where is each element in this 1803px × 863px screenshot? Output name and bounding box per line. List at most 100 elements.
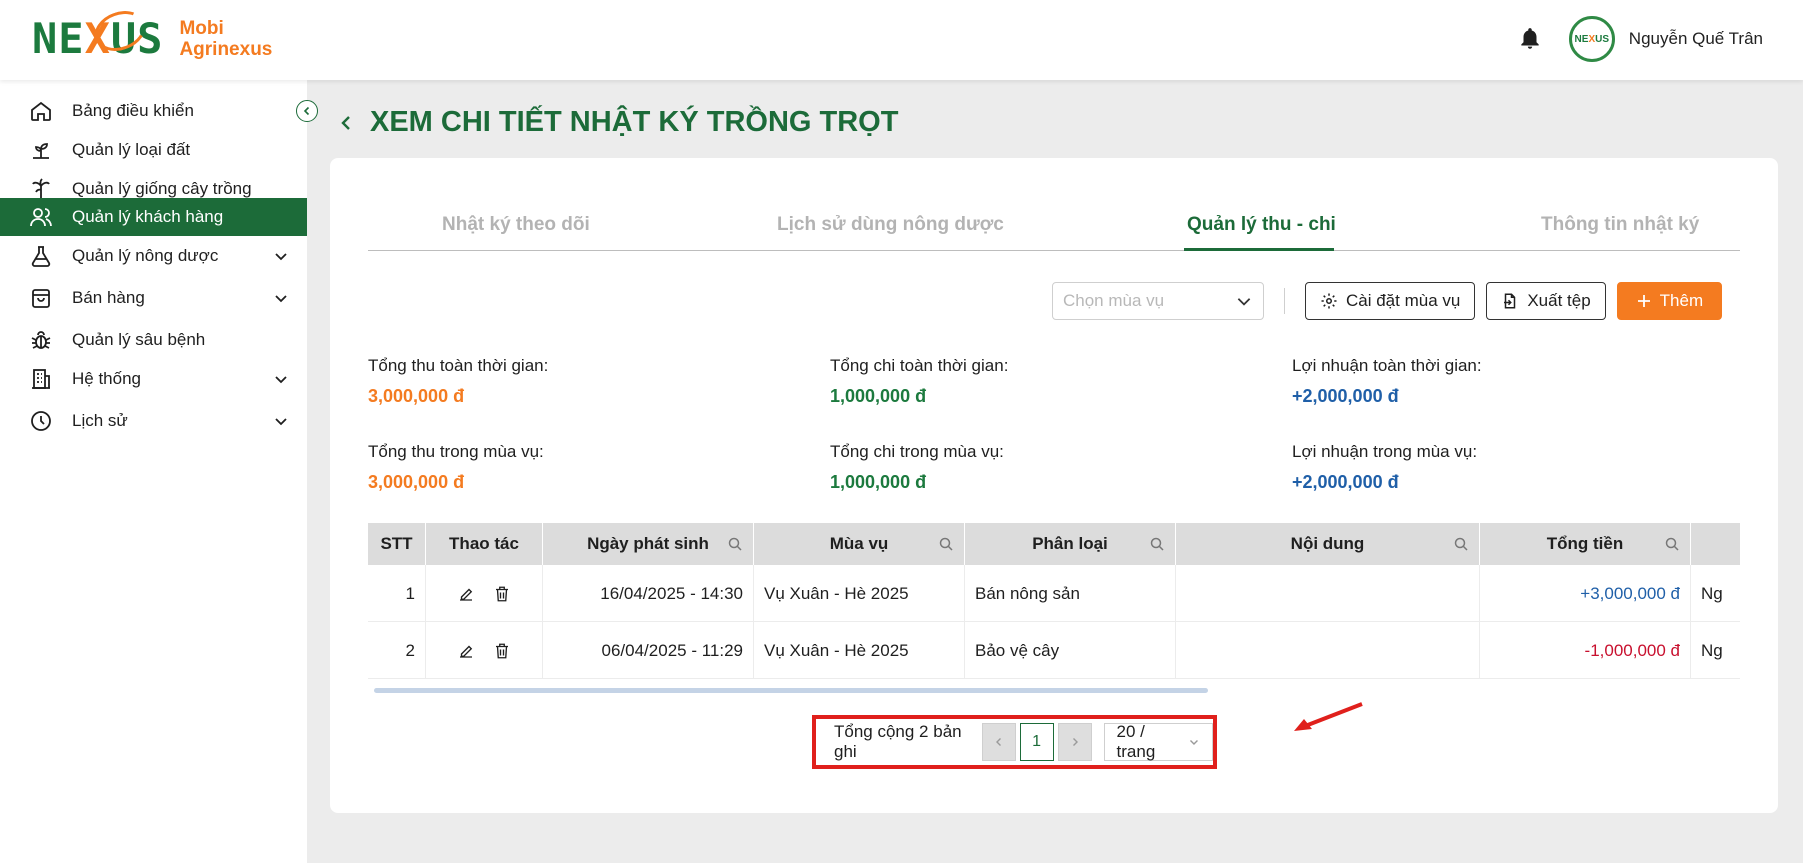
- horizontal-scrollbar[interactable]: [374, 688, 1208, 693]
- search-icon[interactable]: [1149, 536, 1165, 552]
- cell-amount: +3,000,000 đ: [1480, 565, 1691, 622]
- search-icon[interactable]: [1664, 536, 1680, 552]
- sidebar-item-customers[interactable]: Quản lý khách hàng: [0, 198, 307, 236]
- cell-actions: [426, 622, 543, 679]
- transactions-table: STT Thao tác Ngày phát sinh Mùa vụ Phân …: [368, 523, 1740, 698]
- toolbar-divider: [1284, 288, 1285, 314]
- sidebar-collapse-button[interactable]: [296, 100, 318, 122]
- users-icon: [28, 204, 54, 230]
- sidebar-item-label: Bảng điều khiển: [72, 101, 194, 120]
- season-select[interactable]: Chọn mùa vụ: [1052, 282, 1264, 320]
- column-header-content[interactable]: Nội dung: [1176, 523, 1480, 565]
- chevron-down-icon: [275, 418, 287, 426]
- chevron-right-icon: [1072, 738, 1078, 746]
- column-header-label: Nội dung: [1290, 534, 1365, 553]
- chevron-down-icon: [275, 376, 287, 384]
- add-button[interactable]: Thêm: [1616, 282, 1723, 320]
- export-file-button[interactable]: Xuất tệp: [1486, 282, 1606, 320]
- chevron-down-icon: [275, 253, 287, 261]
- logo-text: Mobi Agrinexus: [179, 17, 273, 60]
- next-page-button[interactable]: [1057, 723, 1092, 761]
- season-settings-button[interactable]: Cài đặt mùa vụ: [1305, 282, 1476, 320]
- tab-pesticide-history[interactable]: Lịch sử dùng nông dược: [777, 214, 1004, 236]
- flask-icon: [28, 243, 54, 269]
- sidebar-item-pesticides[interactable]: Quản lý nông dược: [0, 237, 307, 275]
- table-row: 1 16/04/2025 - 14:30 Vụ Xuân - Hè 2025 B…: [368, 565, 1740, 622]
- chevron-down-icon: [1190, 740, 1199, 745]
- cell-amount: -1,000,000 đ: [1480, 622, 1691, 679]
- sidebar-item-label: Lịch sử: [72, 411, 128, 430]
- column-header-label: Phân loại: [1032, 534, 1108, 553]
- stat-label: Lợi nhuận toàn thời gian:: [1292, 356, 1482, 375]
- app-logo[interactable]: NEXUS Mobi Agrinexus: [32, 4, 273, 63]
- sidebar-item-label: Quản lý khách hàng: [72, 207, 224, 226]
- table-row: 2 06/04/2025 - 11:29 Vụ Xuân - Hè 2025 B…: [368, 622, 1740, 679]
- page-size-select[interactable]: 20 / trang: [1103, 722, 1214, 761]
- stat-total-expense-all: Tổng chi toàn thời gian: 1,000,000 đ: [830, 356, 1008, 407]
- bug-icon: [28, 327, 54, 353]
- column-header-label: Mùa vụ: [829, 534, 889, 553]
- cell-extra: Ng: [1701, 583, 1723, 603]
- stat-value: 1,000,000 đ: [830, 472, 927, 492]
- column-header-category[interactable]: Phân loại: [965, 523, 1176, 565]
- sidebar-item-label: Bán hàng: [72, 288, 145, 307]
- avatar[interactable]: NE X US: [1568, 16, 1615, 62]
- edit-icon[interactable]: [457, 585, 475, 603]
- export-file-icon: [1504, 293, 1516, 309]
- column-header-date[interactable]: Ngày phát sinh: [543, 523, 754, 565]
- tab-income-expense[interactable]: Quản lý thu - chi: [1187, 214, 1336, 236]
- stat-total-income-season: Tổng thu trong mùa vụ: 3,000,000 đ: [368, 442, 544, 493]
- sidebar-item-label: Quản lý sâu bệnh: [72, 330, 206, 349]
- prev-page-button[interactable]: [981, 723, 1016, 761]
- stat-value: +2,000,000 đ: [1292, 386, 1399, 406]
- page-button-current[interactable]: 1: [1019, 723, 1054, 761]
- stat-profit-all: Lợi nhuận toàn thời gian: +2,000,000 đ: [1292, 356, 1482, 407]
- bag-icon: [28, 285, 54, 311]
- chevron-down-icon: [275, 295, 287, 303]
- cell-date: 06/04/2025 - 11:29: [543, 622, 754, 679]
- notification-bell-icon[interactable]: [1517, 26, 1543, 52]
- annotation-arrow-icon: [1294, 702, 1363, 731]
- tab-log-info[interactable]: Thông tin nhật ký: [1541, 214, 1699, 236]
- sidebar-item-soil-types[interactable]: Quản lý loại đất: [0, 131, 307, 169]
- column-header-amount[interactable]: Tổng tiền: [1480, 523, 1691, 565]
- active-tab-indicator: [1184, 248, 1334, 251]
- page-size-value: 20 / trang: [1116, 722, 1156, 761]
- cell-stt: 2: [368, 622, 426, 679]
- add-button-label: Thêm: [1659, 291, 1704, 310]
- sidebar-item-label: Quản lý giống cây trồng: [72, 179, 252, 198]
- back-arrow-icon[interactable]: [336, 113, 356, 133]
- sidebar-item-dashboard[interactable]: Bảng điều khiển: [0, 92, 307, 130]
- column-header-season[interactable]: Mùa vụ: [754, 523, 965, 565]
- stat-value: 3,000,000 đ: [368, 472, 465, 492]
- stat-label: Tổng thu trong mùa vụ:: [368, 442, 544, 461]
- cell-stt: 1: [368, 565, 426, 622]
- search-icon[interactable]: [727, 536, 743, 552]
- sidebar-item-pests[interactable]: Quản lý sâu bệnh: [0, 321, 307, 359]
- cell-content: [1176, 622, 1480, 679]
- trash-icon[interactable]: [493, 642, 511, 660]
- edit-icon[interactable]: [457, 642, 475, 660]
- sidebar-item-sales[interactable]: Bán hàng: [0, 279, 307, 317]
- search-icon[interactable]: [938, 536, 954, 552]
- stat-profit-season: Lợi nhuận trong mùa vụ: +2,000,000 đ: [1292, 442, 1477, 493]
- tab-monitoring-log[interactable]: Nhật ký theo dõi: [442, 214, 590, 236]
- column-header-label: Ngày phát sinh: [587, 534, 709, 553]
- stat-total-income-all: Tổng thu toàn thời gian: 3,000,000 đ: [368, 356, 548, 407]
- building-icon: [28, 366, 54, 392]
- search-icon[interactable]: [1453, 536, 1469, 552]
- chevron-left-icon: [303, 106, 310, 116]
- export-file-label: Xuất tệp: [1527, 291, 1591, 310]
- sidebar-item-system[interactable]: Hệ thống: [0, 360, 307, 398]
- sidebar-item-label: Quản lý loại đất: [72, 140, 191, 159]
- stat-total-expense-season: Tổng chi trong mùa vụ: 1,000,000 đ: [830, 442, 1004, 493]
- cell-category: Bảo vệ cây: [965, 622, 1176, 679]
- column-header-stt: STT: [368, 523, 426, 565]
- cell-date: 16/04/2025 - 14:30: [543, 565, 754, 622]
- sidebar-item-history[interactable]: Lịch sử: [0, 402, 307, 440]
- user-name[interactable]: Nguyễn Quế Trân: [1629, 29, 1763, 49]
- top-header: NEXUS Mobi Agrinexus NE X US Nguyễn Quế Tr…: [0, 0, 1803, 80]
- season-settings-label: Cài đặt mùa vụ: [1346, 291, 1461, 310]
- tab-bar: Nhật ký theo dõi Lịch sử dùng nông dược …: [368, 206, 1740, 251]
- trash-icon[interactable]: [493, 585, 511, 603]
